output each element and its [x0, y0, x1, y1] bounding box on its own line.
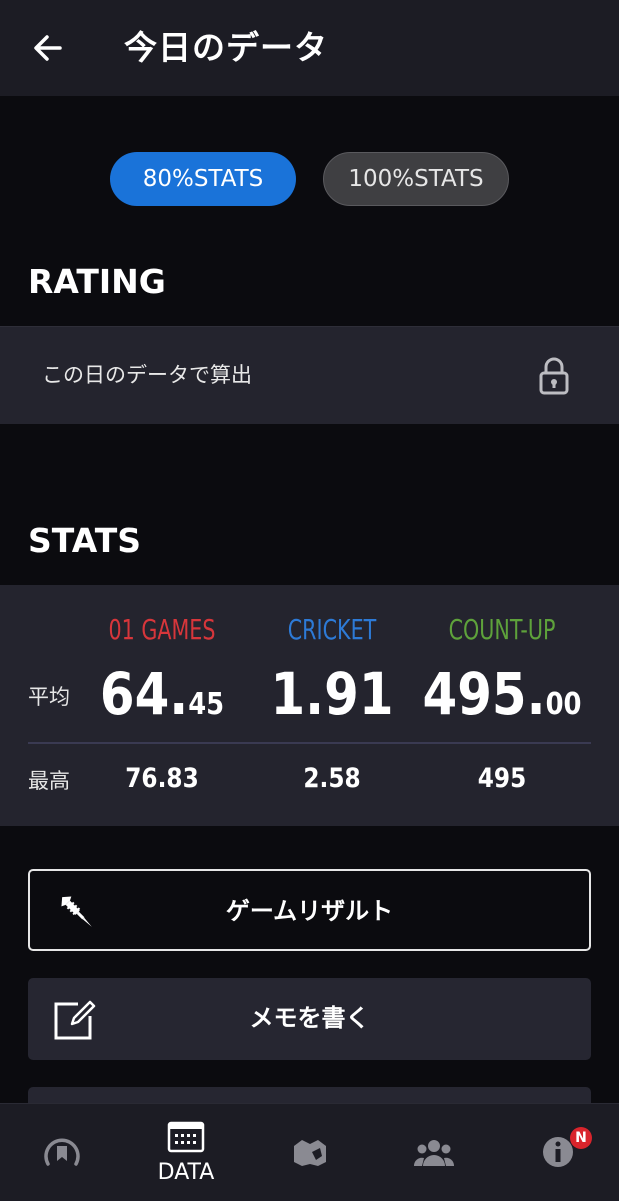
stats-divider	[28, 742, 591, 744]
write-memo-button[interactable]: メモを書く	[28, 978, 591, 1060]
nav-item-friends[interactable]	[372, 1104, 496, 1201]
nav-item-home[interactable]	[0, 1104, 124, 1201]
write-memo-label: メモを書く	[249, 1004, 370, 1032]
avg-cricket: 1.91	[270, 660, 394, 728]
friends-icon	[414, 1140, 454, 1166]
avg-count-up: 495.00	[422, 660, 582, 728]
nav-item-shop[interactable]	[248, 1104, 372, 1201]
nav-label-data: DATA	[157, 1160, 215, 1185]
rating-row[interactable]: この日のデータで算出	[0, 326, 619, 424]
col-header-count-up: COUNT-UP	[448, 613, 556, 646]
best-cricket: 2.58	[303, 763, 361, 794]
tab-100-stats[interactable]: 100%STATS	[323, 152, 509, 206]
calendar-grid-icon	[167, 1121, 205, 1153]
stats-heading: STATS	[28, 521, 141, 560]
col-header-01-games: 01 GAMES	[108, 613, 216, 646]
game-result-label: ゲームリザルト	[225, 897, 394, 925]
nav-item-data[interactable]: DATA	[124, 1104, 248, 1201]
page-title: 今日のデータ	[124, 28, 328, 67]
lock-icon	[539, 357, 569, 395]
back-arrow-icon[interactable]	[30, 30, 66, 66]
shop-icon	[294, 1140, 326, 1166]
stats-panel: 01 GAMES CRICKET COUNT-UP 平均 64.45 1.91 …	[0, 585, 619, 826]
best-count-up: 495	[477, 763, 527, 794]
game-result-button[interactable]: ゲームリザルト	[28, 869, 591, 951]
notification-badge: N	[570, 1127, 592, 1149]
col-header-cricket: CRICKET	[287, 613, 377, 646]
home-gauge-icon	[44, 1138, 80, 1166]
avg-01-games: 64.45	[99, 660, 225, 728]
avg-label: 平均	[28, 685, 70, 709]
best-01-games: 76.83	[125, 763, 199, 794]
rating-row-label: この日のデータで算出	[42, 363, 252, 387]
tab-80-stats[interactable]: 80%STATS	[110, 152, 296, 206]
nav-item-info[interactable]	[496, 1104, 619, 1201]
best-label: 最高	[28, 769, 70, 793]
bottom-nav: DATA	[0, 1103, 619, 1201]
app-header: 今日のデータ	[0, 0, 619, 96]
rating-heading: RATING	[28, 262, 166, 301]
